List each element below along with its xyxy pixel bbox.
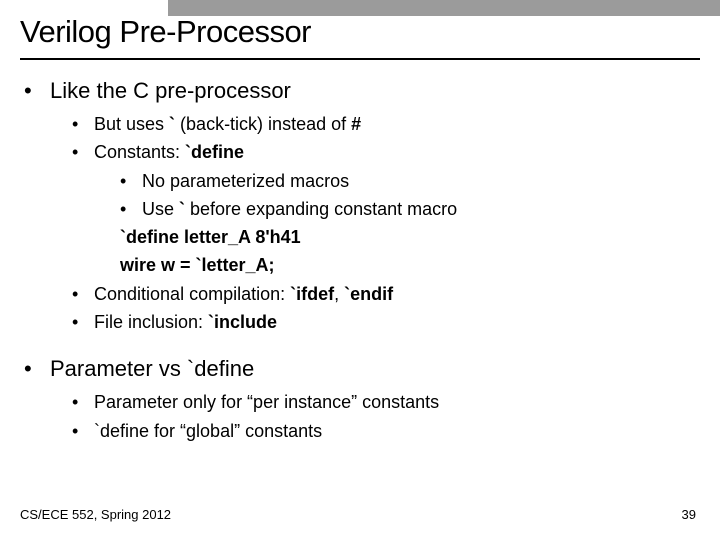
bullet-text: Constants: `define xyxy=(94,140,244,164)
bullet-level1: • Like the C pre-processor xyxy=(24,78,696,104)
slide-content: • Like the C pre-processor • But uses ` … xyxy=(24,78,696,447)
bullet-level2: • Parameter only for “per instance” cons… xyxy=(72,390,696,414)
bullet-dot: • xyxy=(72,282,94,306)
bullet-level3: • No parameterized macros xyxy=(120,169,696,193)
bullet-level3: • Use ` before expanding constant macro xyxy=(120,197,696,221)
code-example: wire w = `letter_A; xyxy=(120,253,696,277)
code-example: `define letter_A 8'h41 xyxy=(120,225,696,249)
bullet-level2: • `define for “global” constants xyxy=(72,419,696,443)
bullet-dot: • xyxy=(120,197,142,221)
bullet-level1: • Parameter vs `define xyxy=(24,356,696,382)
title-underline xyxy=(20,58,700,60)
bullet-dot: • xyxy=(120,169,142,193)
slide-title: Verilog Pre-Processor xyxy=(20,14,311,50)
bullet-dot: • xyxy=(72,310,94,334)
bullet-text: But uses ` (back-tick) instead of # xyxy=(94,112,361,136)
footer-course: CS/ECE 552, Spring 2012 xyxy=(20,507,171,522)
bullet-text: Like the C pre-processor xyxy=(50,78,291,104)
bullet-text: Parameter vs `define xyxy=(50,356,254,382)
footer-page-number: 39 xyxy=(682,507,696,522)
bullet-dot: • xyxy=(72,140,94,164)
bullet-text: Conditional compilation: `ifdef, `endif xyxy=(94,282,393,306)
bullet-text: No parameterized macros xyxy=(142,169,349,193)
bullet-dot: • xyxy=(72,419,94,443)
bullet-dot: • xyxy=(24,78,50,104)
bullet-dot: • xyxy=(72,112,94,136)
bullet-dot: • xyxy=(72,390,94,414)
bullet-level2: • Constants: `define xyxy=(72,140,696,164)
bullet-text: Parameter only for “per instance” consta… xyxy=(94,390,439,414)
bullet-level2: • But uses ` (back-tick) instead of # xyxy=(72,112,696,136)
bullet-text: File inclusion: `include xyxy=(94,310,277,334)
bullet-text: Use ` before expanding constant macro xyxy=(142,197,457,221)
bullet-level2: • Conditional compilation: `ifdef, `endi… xyxy=(72,282,696,306)
bullet-dot: • xyxy=(24,356,50,382)
bullet-text: `define for “global” constants xyxy=(94,419,322,443)
bullet-level2: • File inclusion: `include xyxy=(72,310,696,334)
